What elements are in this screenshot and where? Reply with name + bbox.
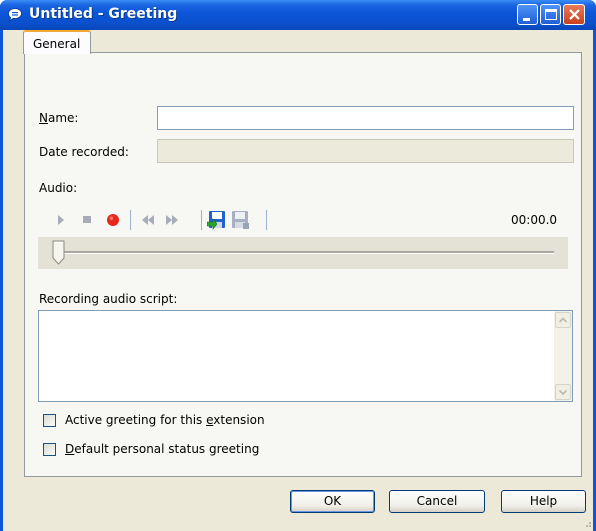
default-personal-status-label-post: efault personal status greeting	[74, 442, 260, 456]
name-label-rest: ame:	[47, 111, 79, 125]
slider-thumb[interactable]	[52, 240, 66, 266]
close-icon	[569, 9, 580, 20]
date-recorded-label: Date recorded:	[39, 145, 129, 159]
rewind-icon[interactable]	[138, 206, 158, 234]
script-label: Recording audio script:	[39, 292, 178, 306]
name-label-accel: N	[39, 111, 48, 125]
toolbar-separator	[130, 210, 131, 230]
maximize-icon	[545, 9, 557, 20]
date-recorded-field	[157, 139, 574, 163]
fast-forward-icon[interactable]	[162, 206, 182, 234]
active-greeting-label-post: xtension	[213, 413, 265, 427]
active-greeting-checkbox[interactable]	[43, 414, 56, 427]
window-title: Untitled - Greeting	[29, 6, 178, 22]
toolbar-separator	[201, 210, 202, 230]
audio-time-readout: 00:00.0	[511, 213, 558, 227]
default-personal-status-checkbox[interactable]	[43, 443, 56, 456]
chevron-down-icon	[558, 389, 568, 396]
minimize-button[interactable]	[517, 4, 538, 25]
audio-toolbar	[37, 206, 567, 234]
tab-general-label: General	[33, 37, 81, 51]
default-personal-status-label[interactable]: Default personal status greeting	[65, 442, 259, 456]
audio-position-slider[interactable]	[38, 237, 568, 269]
resize-grip-icon[interactable]	[582, 518, 592, 528]
help-button[interactable]: Help	[501, 490, 586, 513]
cancel-button[interactable]: Cancel	[389, 490, 485, 513]
slider-track	[56, 251, 554, 254]
play-icon[interactable]	[51, 206, 71, 234]
save-icon[interactable]	[207, 206, 227, 234]
record-icon[interactable]	[103, 206, 123, 234]
title-bar[interactable]: Untitled - Greeting	[0, 0, 596, 30]
active-greeting-label[interactable]: Active greeting for this extension	[65, 413, 265, 427]
default-personal-status-label-accel: D	[65, 442, 75, 456]
speech-bubble-icon	[8, 8, 22, 23]
close-button[interactable]	[563, 4, 585, 25]
dialog-window: Untitled - Greeting General Name: Date r…	[0, 0, 596, 531]
tab-general[interactable]: General	[23, 30, 91, 54]
name-input[interactable]	[157, 106, 574, 130]
minimize-icon	[523, 18, 530, 21]
active-greeting-label-pre: Active greeting for this	[65, 413, 207, 427]
maximize-button[interactable]	[540, 4, 561, 25]
ok-button[interactable]: OK	[290, 490, 375, 513]
chevron-up-icon	[558, 317, 568, 323]
audio-label: Audio:	[39, 181, 78, 195]
name-label: Name:	[39, 111, 78, 125]
scroll-down-button[interactable]	[555, 384, 571, 400]
scroll-up-button[interactable]	[555, 312, 571, 328]
save-disabled-icon[interactable]	[230, 206, 250, 234]
script-scrollbar[interactable]	[554, 311, 572, 401]
stop-icon[interactable]	[77, 206, 97, 234]
script-textarea[interactable]	[38, 310, 573, 402]
toolbar-separator	[266, 210, 267, 230]
